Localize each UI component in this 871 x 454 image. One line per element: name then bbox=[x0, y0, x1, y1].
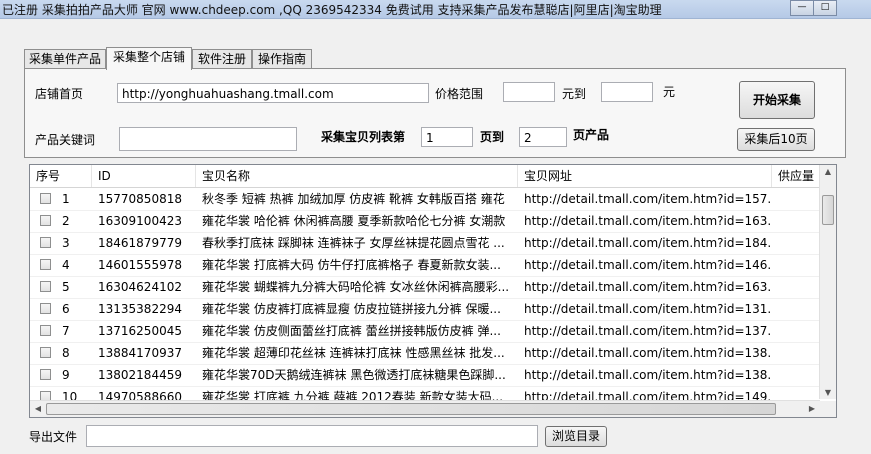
row-checkbox[interactable] bbox=[40, 237, 51, 248]
table-row[interactable]: 1 15770850818 秋冬季 短裤 热裤 加绒加厚 仿皮裤 靴裤 女韩版百搭 … bbox=[30, 188, 820, 211]
row-name: 雍花华裳 蝴蝶裤九分裤大码哈伦裤 女冰丝休闲裤高腰彩... bbox=[202, 280, 510, 294]
scroll-up-icon[interactable]: ▲ bbox=[820, 167, 836, 176]
horizontal-scroll-thumb[interactable] bbox=[46, 403, 776, 415]
horizontal-scrollbar[interactable]: ◀ ▶ bbox=[30, 400, 820, 417]
shop-home-label: 店铺首页 bbox=[35, 87, 84, 101]
tab-guide[interactable]: 操作指南 bbox=[252, 49, 312, 69]
tab-single-product[interactable]: 采集单件产品 bbox=[24, 49, 106, 69]
row-number: 2 bbox=[62, 214, 70, 228]
table-row[interactable]: 7 13716250045 雍花华裳 仿皮侧面蕾丝打底裤 蕾丝拼接韩版仿皮裤 弹..… bbox=[30, 320, 820, 343]
title-bar: 已注册 采集拍拍产品大师 官网 www.chdeep.com ,QQ 23695… bbox=[0, 0, 871, 19]
row-url: http://detail.tmall.com/item.htm?id=137.… bbox=[524, 324, 770, 338]
row-checkbox[interactable] bbox=[40, 281, 51, 292]
row-url: http://detail.tmall.com/item.htm?id=131.… bbox=[524, 302, 770, 316]
page-suffix-label: 页产品 bbox=[573, 128, 610, 142]
row-url: http://detail.tmall.com/item.htm?id=157.… bbox=[524, 192, 770, 206]
row-id: 13802184459 bbox=[98, 368, 182, 382]
row-number: 5 bbox=[62, 280, 70, 294]
row-id: 16309100423 bbox=[98, 214, 182, 228]
export-file-label: 导出文件 bbox=[29, 430, 78, 444]
col-header-name[interactable]: 宝贝名称 bbox=[196, 165, 518, 187]
row-number: 7 bbox=[62, 324, 70, 338]
scroll-left-icon[interactable]: ◀ bbox=[30, 404, 46, 413]
row-name: 春秋季打底袜 踩脚袜 连裤袜子 女厚丝袜提花圆点雪花 ... bbox=[202, 236, 505, 250]
page-from-input[interactable]: 1 bbox=[421, 127, 473, 147]
results-table: 序号 ID 宝贝名称 宝贝网址 供应量 1 15770850818 秋冬季 短裤 热… bbox=[29, 164, 837, 418]
scroll-right-icon[interactable]: ▶ bbox=[804, 404, 820, 413]
table-row[interactable]: 6 13135382294 雍花华裳 仿皮裤打底裤显瘦 仿皮拉链拼接九分裤 保暖..… bbox=[30, 298, 820, 321]
col-header-no[interactable]: 序号 bbox=[30, 165, 92, 187]
row-name: 雍花华裳 仿皮侧面蕾丝打底裤 蕾丝拼接韩版仿皮裤 弹... bbox=[202, 324, 501, 338]
row-checkbox[interactable] bbox=[40, 303, 51, 314]
row-number: 4 bbox=[62, 258, 70, 272]
yuan-to-label: 元到 bbox=[562, 87, 587, 101]
row-name: 雍花华裳 仿皮裤打底裤显瘦 仿皮拉链拼接九分裤 保暖... bbox=[202, 302, 501, 316]
price-range-label: 价格范围 bbox=[435, 87, 484, 101]
row-number: 8 bbox=[62, 346, 70, 360]
vertical-scrollbar[interactable]: ▲ ▼ bbox=[819, 165, 836, 399]
row-name: 雍花华裳 超薄印花丝袜 连裤袜打底袜 性感黑丝袜 批发... bbox=[202, 346, 505, 360]
scroll-down-icon[interactable]: ▼ bbox=[820, 388, 836, 397]
col-header-id[interactable]: ID bbox=[92, 165, 196, 187]
price-to-input[interactable] bbox=[601, 82, 653, 102]
table-row[interactable]: 9 13802184459 雍花华裳70D天鹅绒连裤袜 黑色微透打底袜糖果色踩脚..… bbox=[30, 364, 820, 387]
tab-whole-shop[interactable]: 采集整个店铺 bbox=[106, 47, 192, 70]
table-row[interactable]: 3 18461879779 春秋季打底袜 踩脚袜 连裤袜子 女厚丝袜提花圆点雪花 .… bbox=[30, 232, 820, 255]
table-row[interactable]: 2 16309100423 雍花华裳 哈伦裤 休闲裤高腰 夏季新款哈伦七分裤 女潮款… bbox=[30, 210, 820, 233]
minimize-icon[interactable]: — bbox=[790, 0, 814, 16]
keyword-label: 产品关键词 bbox=[35, 133, 96, 147]
scroll-corner bbox=[820, 401, 836, 417]
table-row[interactable]: 4 14601555978 雍花华裳 打底裤大码 仿牛仔打底裤格子 春夏新款女装..… bbox=[30, 254, 820, 277]
vertical-scroll-thumb[interactable] bbox=[822, 195, 834, 225]
row-id: 13884170937 bbox=[98, 346, 182, 360]
row-name: 秋冬季 短裤 热裤 加绒加厚 仿皮裤 靴裤 女韩版百搭 雍花 bbox=[202, 192, 505, 206]
row-id: 18461879779 bbox=[98, 236, 182, 250]
row-id: 14601555978 bbox=[98, 258, 182, 272]
row-url: http://detail.tmall.com/item.htm?id=184.… bbox=[524, 236, 770, 250]
browse-folder-button[interactable]: 浏览目录 bbox=[545, 426, 607, 447]
table-header: 序号 ID 宝贝名称 宝贝网址 供应量 bbox=[30, 165, 820, 188]
row-checkbox[interactable] bbox=[40, 259, 51, 270]
row-checkbox[interactable] bbox=[40, 347, 51, 358]
keyword-input[interactable] bbox=[119, 127, 297, 151]
row-url: http://detail.tmall.com/item.htm?id=138.… bbox=[524, 368, 770, 382]
tab-registration[interactable]: 软件注册 bbox=[192, 49, 252, 69]
page-to-label: 页到 bbox=[480, 130, 505, 144]
row-url: http://detail.tmall.com/item.htm?id=138.… bbox=[524, 346, 770, 360]
row-name: 雍花华裳70D天鹅绒连裤袜 黑色微透打底袜糖果色踩脚... bbox=[202, 368, 506, 382]
settings-panel: 店铺首页 http://yonghuahuashang.tmall.com 价格… bbox=[24, 68, 846, 158]
row-name: 雍花华裳 打底裤大码 仿牛仔打底裤格子 春夏新款女装... bbox=[202, 258, 501, 272]
window-title: 已注册 采集拍拍产品大师 官网 www.chdeep.com ,QQ 23695… bbox=[2, 3, 662, 17]
row-checkbox[interactable] bbox=[40, 215, 51, 226]
list-page-label: 采集宝贝列表第 bbox=[321, 130, 406, 144]
start-collect-button[interactable]: 开始采集 bbox=[739, 81, 815, 119]
row-id: 16304624102 bbox=[98, 280, 182, 294]
export-path-input[interactable] bbox=[86, 425, 538, 447]
maximize-icon[interactable]: □ bbox=[813, 0, 837, 16]
row-number: 6 bbox=[62, 302, 70, 316]
page-to-input[interactable]: 2 bbox=[519, 127, 567, 147]
row-url: http://detail.tmall.com/item.htm?id=146.… bbox=[524, 258, 770, 272]
row-name: 雍花华裳 哈伦裤 休闲裤高腰 夏季新款哈伦七分裤 女潮款 bbox=[202, 214, 506, 228]
shop-url-input[interactable]: http://yonghuahuashang.tmall.com bbox=[117, 83, 429, 103]
yuan-label: 元 bbox=[663, 85, 676, 99]
table-row[interactable]: 5 16304624102 雍花华裳 蝴蝶裤九分裤大码哈伦裤 女冰丝休闲裤高腰彩..… bbox=[30, 276, 820, 299]
row-url: http://detail.tmall.com/item.htm?id=163.… bbox=[524, 214, 770, 228]
row-checkbox[interactable] bbox=[40, 325, 51, 336]
row-id: 15770850818 bbox=[98, 192, 182, 206]
row-id: 13135382294 bbox=[98, 302, 182, 316]
row-id: 13716250045 bbox=[98, 324, 182, 338]
row-checkbox[interactable] bbox=[40, 193, 51, 204]
next-10-pages-button[interactable]: 采集后10页 bbox=[737, 128, 815, 151]
col-header-url[interactable]: 宝贝网址 bbox=[518, 165, 772, 187]
table-row[interactable]: 8 13884170937 雍花华裳 超薄印花丝袜 连裤袜打底袜 性感黑丝袜 批发.… bbox=[30, 342, 820, 365]
row-url: http://detail.tmall.com/item.htm?id=163.… bbox=[524, 280, 770, 294]
row-number: 1 bbox=[62, 192, 70, 206]
price-from-input[interactable] bbox=[503, 82, 555, 102]
row-number: 3 bbox=[62, 236, 70, 250]
col-header-supply[interactable]: 供应量 bbox=[772, 165, 820, 187]
row-checkbox[interactable] bbox=[40, 369, 51, 380]
row-number: 9 bbox=[62, 368, 70, 382]
